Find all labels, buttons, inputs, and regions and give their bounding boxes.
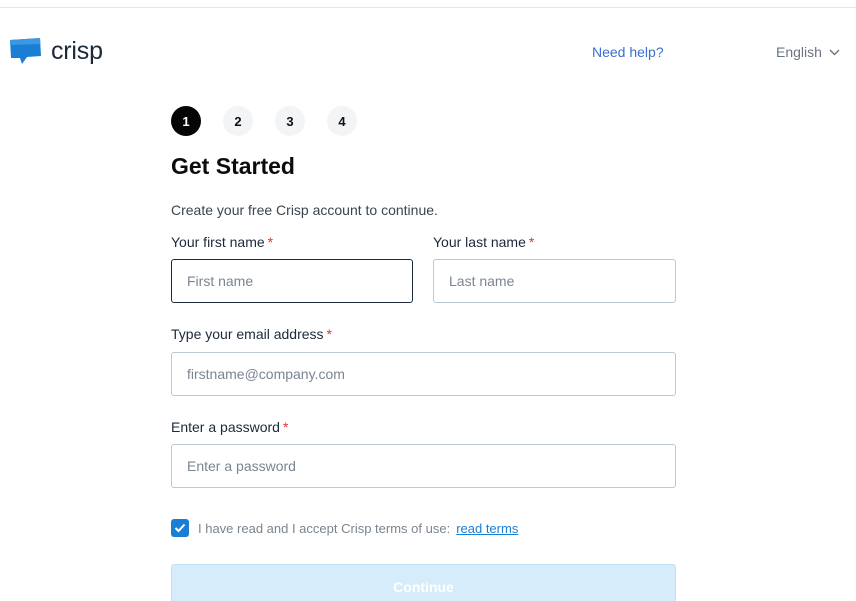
required-marker: * — [326, 326, 332, 342]
first-name-input[interactable] — [171, 259, 413, 303]
email-input[interactable] — [171, 352, 676, 396]
required-marker: * — [267, 234, 274, 250]
last-name-label: Your last name * — [433, 234, 535, 250]
crisp-chat-bubble-icon — [7, 36, 43, 66]
first-name-label: Your first name * — [171, 234, 274, 250]
step-3: 3 — [275, 106, 305, 136]
top-divider — [0, 7, 856, 8]
password-label: Enter a password * — [171, 419, 289, 435]
crisp-logo[interactable]: crisp — [7, 36, 103, 66]
read-terms-link[interactable]: read terms — [456, 521, 518, 536]
terms-checkbox[interactable] — [171, 519, 189, 537]
step-1: 1 — [171, 106, 201, 136]
need-help-link[interactable]: Need help? — [592, 44, 664, 60]
step-4: 4 — [327, 106, 357, 136]
language-selector[interactable]: English — [776, 44, 840, 60]
required-marker: * — [282, 419, 289, 435]
language-label: English — [776, 44, 822, 60]
last-name-input[interactable] — [433, 259, 676, 303]
required-marker: * — [528, 234, 535, 250]
brand-name: crisp — [51, 36, 103, 65]
password-input[interactable] — [171, 444, 676, 488]
page-title: Get Started — [171, 153, 295, 179]
page-subtitle: Create your free Crisp account to contin… — [171, 202, 438, 218]
terms-text: I have read and I accept Crisp terms of … — [198, 520, 451, 536]
chevron-down-icon — [829, 49, 840, 55]
email-label: Type your email address * — [171, 326, 332, 342]
terms-row: I have read and I accept Crisp terms of … — [171, 519, 518, 537]
continue-button[interactable]: Continue — [171, 564, 676, 601]
step-indicator: 1 2 3 4 — [171, 106, 379, 136]
step-2: 2 — [223, 106, 253, 136]
checkmark-icon — [174, 523, 186, 533]
